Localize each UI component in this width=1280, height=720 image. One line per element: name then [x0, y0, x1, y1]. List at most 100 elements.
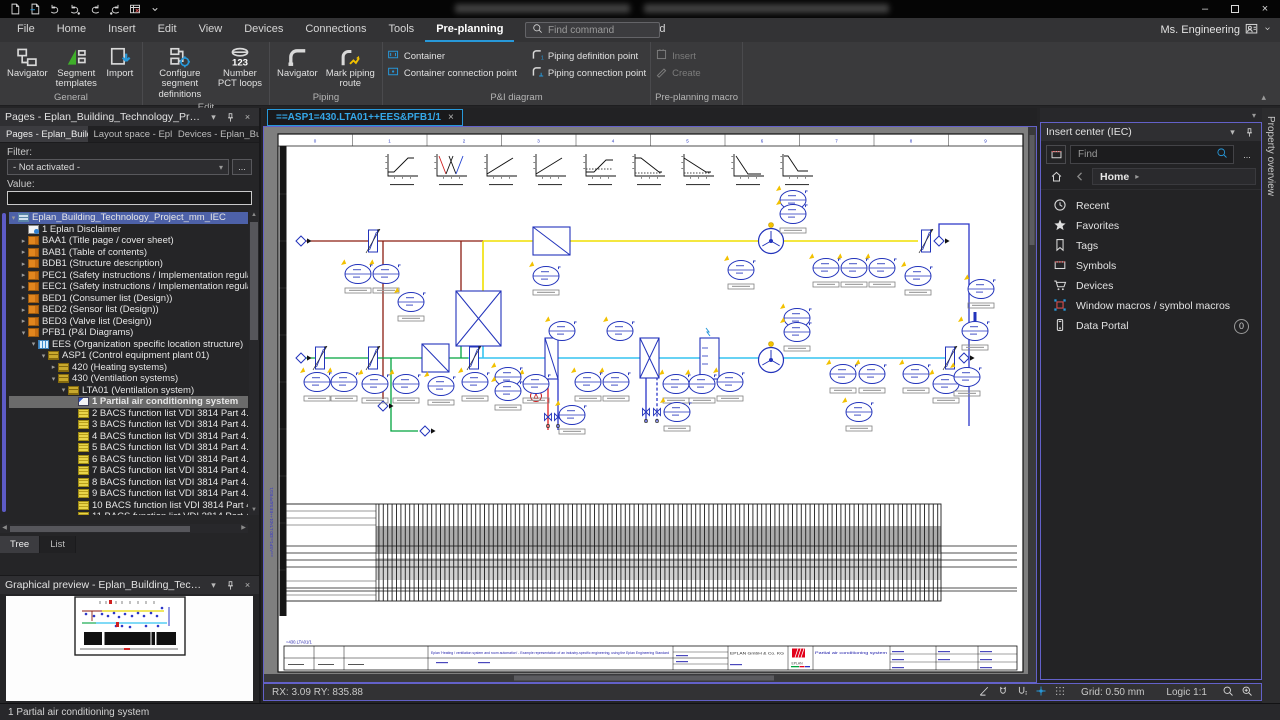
tree-item-420-heating-systems[interactable]: ▸420 (Heating systems) — [9, 362, 248, 374]
pages-tab-pages-eplan-buildin[interactable]: Pages - Eplan_Buildin... — [0, 126, 88, 142]
pin-icon[interactable] — [224, 111, 237, 124]
snap-cross-icon[interactable] — [1035, 685, 1047, 700]
scroll-up-icon[interactable]: ▲ — [249, 210, 259, 220]
document-tab[interactable]: ==ASP1=430.LTA01++EES&PFB1/1 × — [267, 109, 463, 126]
insert-center-item-symbols[interactable]: Symbols — [1041, 256, 1261, 276]
home-icon[interactable] — [1046, 168, 1066, 185]
value-input[interactable] — [7, 191, 252, 205]
close-icon[interactable]: × — [448, 112, 454, 123]
grid-dots-icon[interactable] — [1054, 685, 1066, 700]
menu-tab-devices[interactable]: Devices — [233, 18, 294, 42]
tree-item-10-bacs-function-list-vdi-3814-part-4-3[interactable]: 10 BACS function list VDI 3814 Part 4.3 — [9, 500, 248, 512]
insert-symbol-button[interactable] — [1046, 145, 1066, 164]
filter-more-button[interactable]: ... — [232, 159, 252, 175]
insert-center-item-devices[interactable]: Devices — [1041, 276, 1261, 296]
tree-item-8-bacs-function-list-vdi-3814-part-4-3[interactable]: 8 BACS function list VDI 3814 Part 4.3 — [9, 477, 248, 489]
pin-icon[interactable] — [224, 579, 237, 592]
zoom-icon[interactable] — [1222, 685, 1234, 700]
tree-item-4-bacs-function-list-vdi-3814-part-4-3[interactable]: 4 BACS function list VDI 3814 Part 4.3 — [9, 431, 248, 443]
angle-icon[interactable] — [978, 685, 990, 700]
undo-icon[interactable] — [48, 2, 62, 16]
insert-center-item-data-portal[interactable]: Data Portal0 — [1041, 316, 1261, 336]
tab-list[interactable]: List — [40, 536, 76, 553]
magnet-icon[interactable] — [997, 685, 1009, 700]
tree-item-6-bacs-function-list-vdi-3814-part-4-3[interactable]: 6 BACS function list VDI 3814 Part 4.3 — [9, 454, 248, 466]
menu-tab-edit[interactable]: Edit — [147, 18, 188, 42]
insert-center-item-favorites[interactable]: Favorites — [1041, 216, 1261, 236]
tree-expander-icon[interactable]: ▾ — [29, 340, 38, 348]
tree-item-5-bacs-function-list-vdi-3814-part-4-3[interactable]: 5 BACS function list VDI 3814 Part 4.3 — [9, 442, 248, 454]
open-page-icon[interactable] — [28, 2, 42, 16]
tree-item-eplan-building-technology-project-mm-iec[interactable]: ▾Eplan_Building_Technology_Project_mm_IE… — [9, 212, 248, 224]
tree-item-bdb1-structure-description[interactable]: ▸BDB1 (Structure description) — [9, 258, 248, 270]
tree-expander-icon[interactable]: ▸ — [19, 271, 28, 279]
tree-item-9-bacs-function-list-vdi-3814-part-4-3[interactable]: 9 BACS function list VDI 3814 Part 4.3 — [9, 488, 248, 500]
ribbon-button-piping-definition-point[interactable]: 1Piping definition point — [531, 48, 646, 64]
menu-tab-pre-planning[interactable]: Pre-planning — [425, 18, 514, 42]
new-page-icon[interactable] — [8, 2, 22, 16]
tree-item-3-bacs-function-list-vdi-3814-part-4-3[interactable]: 3 BACS function list VDI 3814 Part 4.3 — [9, 419, 248, 431]
tree-item-11-bacs-function-list-vdi-3814-part-4-3[interactable]: 11 BACS function list VDI 3814 Part 4.3 — [9, 511, 248, 515]
user-account[interactable]: Ms. Engineering — [1161, 20, 1273, 40]
tree-item-baa1-title-page-cover-sheet[interactable]: ▸BAA1 (Title page / cover sheet) — [9, 235, 248, 247]
tree-item-bed3-valve-list-design[interactable]: ▸BED3 (Valve list (Design)) — [9, 316, 248, 328]
tree-scroll-indicator[interactable] — [2, 213, 6, 512]
tree-expander-icon[interactable]: ▾ — [19, 329, 28, 337]
tree-item-430-ventilation-systems[interactable]: ▾430 (Ventilation systems) — [9, 373, 248, 385]
ribbon-button-number-pct-loops[interactable]: 123Number PCT loops — [215, 44, 265, 91]
tree-item-asp1-control-equipment-plant-01[interactable]: ▾ASP1 (Control equipment plant 01) — [9, 350, 248, 362]
close-button[interactable]: × — [1250, 0, 1280, 18]
ribbon-button-mark-piping-route[interactable]: Mark piping route — [323, 44, 378, 91]
tree-expander-icon[interactable]: ▸ — [49, 363, 58, 371]
tree-expander-icon[interactable]: ▸ — [19, 283, 28, 291]
menu-tab-file[interactable]: File — [6, 18, 46, 42]
ribbon-button-container[interactable]: Container — [387, 48, 517, 64]
ribbon-button-navigator[interactable]: Navigator — [4, 44, 51, 80]
insert-find-input[interactable] — [1070, 145, 1234, 164]
tree-horizontal-scrollbar[interactable]: ◀ ▶ — [0, 524, 248, 533]
tree-expander-icon[interactable]: ▸ — [19, 317, 28, 325]
tree-expander-icon[interactable]: ▾ — [49, 375, 58, 383]
menu-tab-tools[interactable]: Tools — [378, 18, 426, 42]
tree-expander-icon[interactable]: ▸ — [19, 294, 28, 302]
insert-center-item-recent[interactable]: Recent — [1041, 196, 1261, 216]
tree-item-pfb1-p-i-diagrams[interactable]: ▾PFB1 (P&I Diagrams) — [9, 327, 248, 339]
tree-item-7-bacs-function-list-vdi-3814-part-4-3[interactable]: 7 BACS function list VDI 3814 Part 4.3 — [9, 465, 248, 477]
pages-tab-devices-eplan-build[interactable]: Devices - Eplan_Build... — [172, 126, 259, 142]
close-icon[interactable]: × — [241, 111, 254, 124]
tree-expander-icon[interactable]: ▾ — [59, 386, 68, 394]
tree-expander-icon[interactable]: ▾ — [39, 352, 48, 360]
ribbon-button-piping-connection-point[interactable]: Piping connection point — [531, 65, 646, 81]
insert-center-item-tags[interactable]: Tags — [1041, 236, 1261, 256]
drawing-canvas[interactable]: 0123456789==ASP1=430.LTA01++EES&PFB1/1Ep… — [263, 126, 1037, 683]
menu-tab-insert[interactable]: Insert — [97, 18, 147, 42]
tree-item-eec1-safety-instructions-implementation-regulation[interactable]: ▸EEC1 (Safety instructions / Implementat… — [9, 281, 248, 293]
scrollbar-thumb[interactable] — [250, 222, 258, 340]
panel-dropdown-icon[interactable]: ▾ — [1226, 126, 1239, 139]
insert-center-item-window-macros-symbol-macros[interactable]: Window macros / symbol macros — [1041, 296, 1261, 316]
tree-item-ees-organization-specific-location-structure[interactable]: ▾EES (Organization specific location str… — [9, 339, 248, 351]
panel-dropdown-icon[interactable]: ▾ — [207, 579, 220, 592]
scroll-down-icon[interactable]: ▼ — [249, 505, 259, 515]
tree-item-pec1-safety-instructions-implementation-regulation[interactable]: ▸PEC1 (Safety instructions / Implementat… — [9, 270, 248, 282]
tree-expander-icon[interactable]: ▸ — [19, 260, 28, 268]
tree-expander-icon[interactable]: ▸ — [19, 237, 28, 245]
filter-select[interactable]: - Not activated - ▾ — [7, 159, 229, 175]
collapse-ribbon-icon[interactable]: ▴ — [1261, 92, 1266, 103]
zoom-region-icon[interactable] — [1241, 685, 1253, 700]
tree-expander-icon[interactable]: ▾ — [9, 214, 18, 222]
menu-tab-view[interactable]: View — [188, 18, 234, 42]
scrollbar-thumb[interactable] — [10, 526, 190, 532]
tree-item-1-partial-air-conditioning-system[interactable]: 1 Partial air conditioning system — [9, 396, 248, 408]
tab-tree[interactable]: Tree — [0, 536, 40, 553]
tree-item-bed2-sensor-list-design[interactable]: ▸BED2 (Sensor list (Design)) — [9, 304, 248, 316]
tree-item-2-bacs-function-list-vdi-3814-part-4-3[interactable]: 2 BACS function list VDI 3814 Part 4.3 — [9, 408, 248, 420]
tree-vertical-scrollbar[interactable]: ▲ ▼ — [249, 210, 259, 515]
pin-icon[interactable] — [1243, 126, 1256, 139]
redo-icon[interactable] — [88, 2, 102, 16]
back-arrow-icon[interactable] — [1069, 168, 1089, 185]
property-overview-tab[interactable]: Property overview — [1262, 108, 1280, 703]
maximize-button[interactable] — [1220, 0, 1250, 18]
tree-expander-icon[interactable]: ▸ — [19, 306, 28, 314]
cancel-action-icon[interactable] — [128, 2, 142, 16]
